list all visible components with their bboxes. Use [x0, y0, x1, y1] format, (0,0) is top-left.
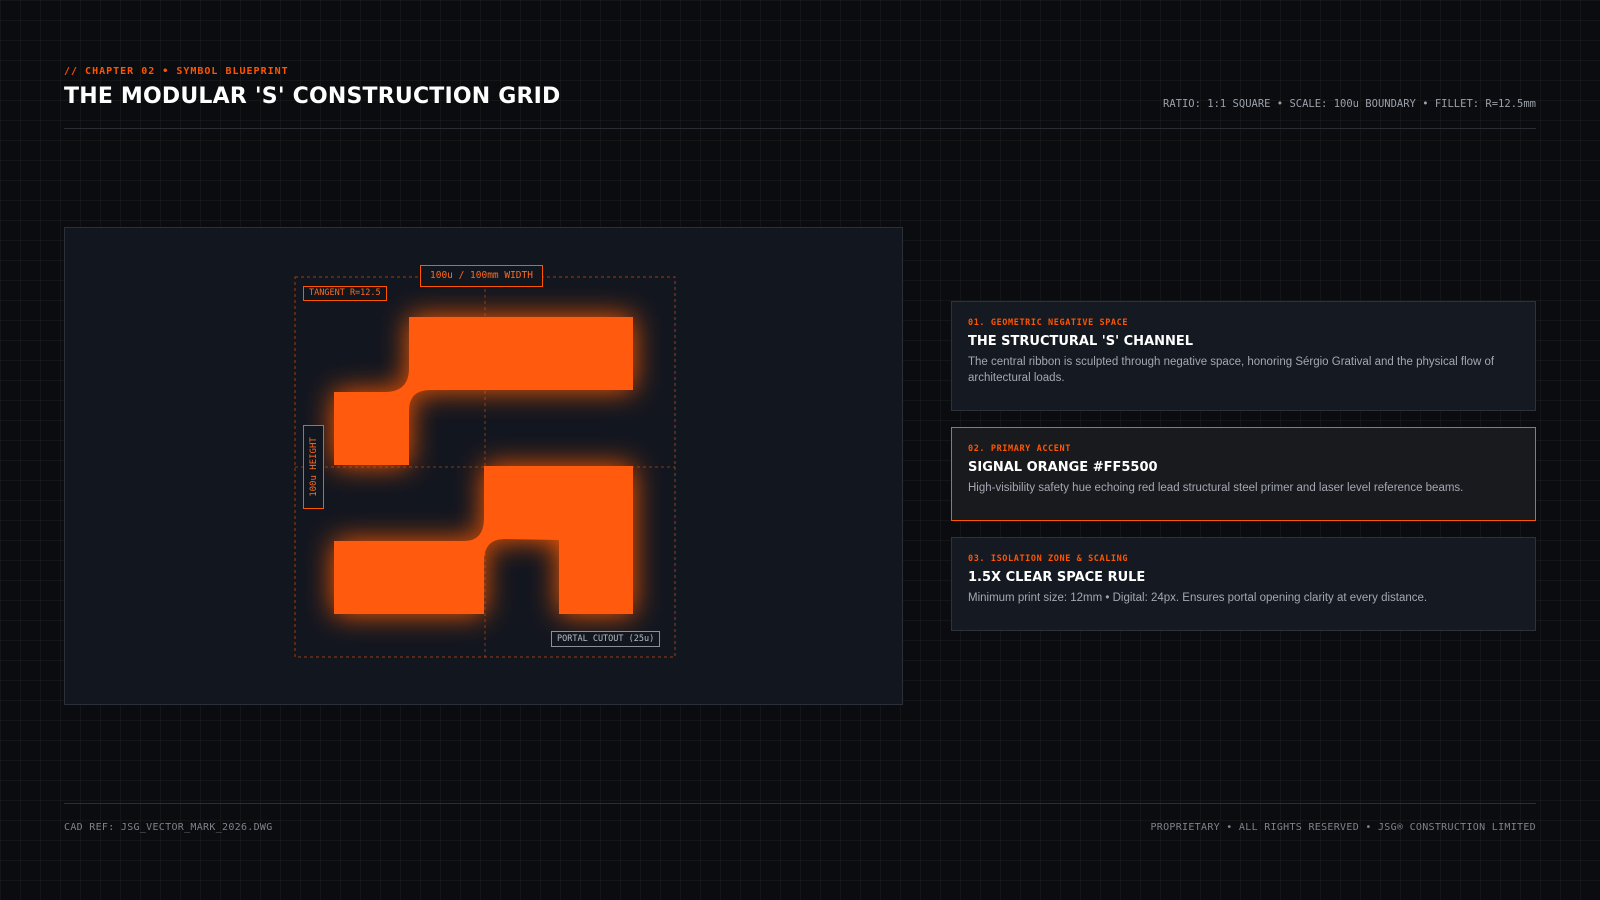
- card-negative-space: 01. GEOMETRIC NEGATIVE SPACE THE STRUCTU…: [951, 301, 1536, 411]
- card-isolation-zone: 03. ISOLATION ZONE & SCALING 1.5X CLEAR …: [951, 537, 1536, 631]
- cad-reference: CAD REF: JSG_VECTOR_MARK_2026.DWG: [64, 822, 273, 833]
- card-primary-accent: 02. PRIMARY ACCENT SIGNAL ORANGE #FF5500…: [951, 427, 1536, 521]
- construction-grid-drawing: [294, 276, 676, 658]
- height-dimension-text: 100u HEIGHT: [308, 437, 319, 497]
- construction-canvas: 100u / 100mm WIDTH TANGENT R=12.5 100u H…: [64, 227, 903, 705]
- copyright-notice: PROPRIETARY • ALL RIGHTS RESERVED • JSG®…: [1150, 822, 1536, 833]
- card-body: The central ribbon is sculpted through n…: [968, 356, 1495, 384]
- s-mark-icon: [334, 317, 633, 614]
- portal-cutout-label: PORTAL CUTOUT (25u): [551, 631, 661, 647]
- height-dimension-label: 100u HEIGHT: [303, 425, 324, 509]
- width-dimension-label: 100u / 100mm WIDTH: [420, 265, 543, 287]
- card-title: 1.5X CLEAR SPACE RULE: [968, 570, 1146, 585]
- card-body: High-visibility safety hue echoing red l…: [968, 482, 1464, 494]
- tangent-label: TANGENT R=12.5: [303, 286, 387, 301]
- slide: // CHAPTER 02 • SYMBOL BLUEPRINT THE MOD…: [0, 0, 1600, 900]
- card-kicker: 02. PRIMARY ACCENT: [968, 444, 1071, 454]
- card-title: THE STRUCTURAL 'S' CHANNEL: [968, 334, 1194, 349]
- spec-line: RATIO: 1:1 SQUARE • SCALE: 100u BOUNDARY…: [1163, 98, 1536, 110]
- chapter-kicker: // CHAPTER 02 • SYMBOL BLUEPRINT: [64, 66, 289, 77]
- page-title: THE MODULAR 'S' CONSTRUCTION GRID: [64, 84, 561, 109]
- card-kicker: 01. GEOMETRIC NEGATIVE SPACE: [968, 318, 1129, 328]
- card-title: SIGNAL ORANGE #FF5500: [968, 460, 1158, 475]
- s-mark-lower-piece: [334, 466, 633, 614]
- header-divider: [64, 128, 1536, 129]
- footer-divider: [64, 803, 1536, 804]
- s-mark-upper-piece: [334, 317, 633, 465]
- card-body: Minimum print size: 12mm • Digital: 24px…: [968, 592, 1428, 604]
- card-kicker: 03. ISOLATION ZONE & SCALING: [968, 554, 1129, 564]
